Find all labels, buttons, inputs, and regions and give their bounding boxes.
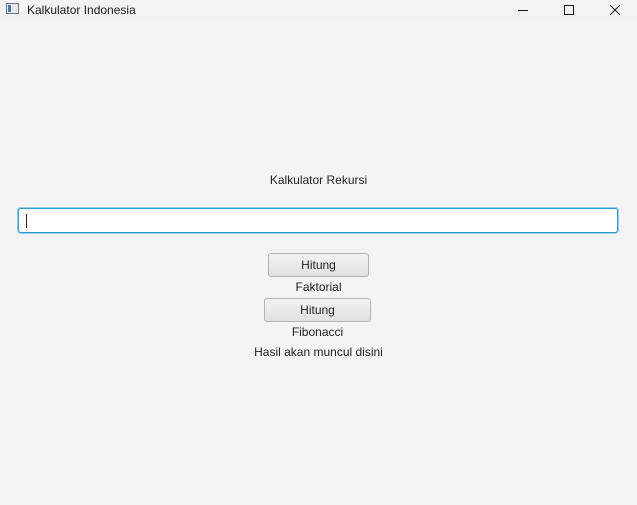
minimize-button[interactable] — [500, 0, 546, 20]
title-bar[interactable]: Kalkulator Indonesia — [0, 0, 637, 20]
minimize-icon — [518, 10, 528, 11]
calculator-heading: Kalkulator Rekursi — [269, 173, 368, 187]
number-input-field[interactable] — [18, 208, 618, 233]
window-title: Kalkulator Indonesia — [27, 3, 136, 17]
fibonacci-button[interactable]: Hitung Fibonacci — [264, 298, 371, 339]
maximize-icon — [564, 5, 574, 15]
content-area: Kalkulator Rekursi Hitung Faktorial Hitu… — [0, 20, 637, 505]
factorial-button[interactable]: Hitung Faktorial — [268, 253, 369, 294]
close-button[interactable] — [592, 0, 637, 20]
close-icon — [610, 5, 620, 15]
app-icon — [6, 3, 19, 14]
result-label: Hasil akan muncul disini — [254, 345, 383, 359]
maximize-button[interactable] — [546, 0, 592, 20]
number-input[interactable] — [19, 209, 617, 232]
text-caret — [26, 214, 27, 228]
app-window: Kalkulator Indonesia Kalkulator Rekursi … — [0, 0, 637, 505]
